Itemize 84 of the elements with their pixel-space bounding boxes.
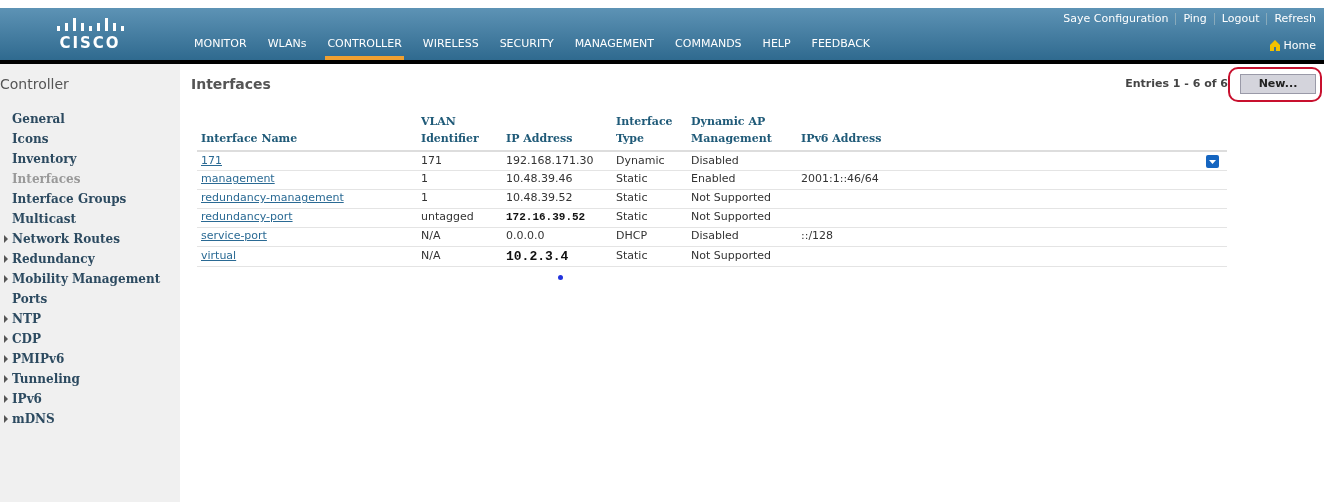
table-cell: Not Supported [691,249,771,262]
caret-icon [1209,159,1216,164]
interface-link[interactable]: 171 [201,153,222,167]
sidebar-item[interactable]: Inventory [12,150,77,168]
table-cell: untagged [421,210,474,224]
home-link[interactable]: Home [1269,37,1316,54]
expand-arrow-icon[interactable] [4,375,8,383]
expand-arrow-icon[interactable] [4,415,8,423]
expand-arrow-icon[interactable] [4,275,8,283]
table-cell: ::/128 [801,229,834,243]
sidebar-item[interactable]: Mobility Management [12,270,161,288]
table-cell: 1 [421,172,428,186]
table-cell: 192.168.171.30 [506,153,594,167]
table-cell: Disabled [691,153,739,167]
column-header: Dynamic AP Management [691,114,773,147]
sidebar-item[interactable]: Network Routes [12,230,120,248]
table-cell: 10.48.39.52 [506,191,573,205]
nav-tab[interactable]: FEEDBACK [809,35,873,60]
page-title: Interfaces [191,74,271,94]
table-cell: 10.48.39.46 [506,172,573,186]
table-cell: 2001:1::46/64 [801,172,879,186]
table-cell: Static [616,210,648,224]
sidebar-item[interactable]: General [12,110,65,128]
sidebar-item[interactable]: Interface Groups [12,190,127,208]
table-cell: Not Supported [691,210,771,224]
logo-bars-icon [55,17,125,32]
table-cell: Not Supported [691,191,771,205]
sidebar-item[interactable]: Tunneling [12,370,80,388]
column-header: VLAN Identifier [421,114,480,147]
table-cell: DHCP [616,229,648,243]
header-link[interactable]: Refresh [1274,11,1316,28]
nav-tab[interactable]: WLANs [265,35,309,60]
table-cell: 172.16.39.52 [506,211,586,224]
sidebar-item[interactable]: Multicast [12,210,77,228]
table-cell: Static [616,172,648,186]
header-link[interactable]: Ping [1183,11,1207,28]
sidebar-item[interactable]: Icons [12,130,49,148]
nav-tab[interactable]: COMMANDS [673,35,744,60]
table-cell: Static [616,191,648,205]
interface-link[interactable]: virtual [201,249,237,262]
entries-count: Entries 1 - 6 of 6 [1125,75,1228,92]
sidebar-item[interactable]: mDNS [12,410,55,428]
sidebar-item[interactable]: CDP [12,330,41,348]
column-header: Interface Type [616,114,674,147]
table-cell: 10.2.3.4 [506,248,569,264]
expand-arrow-icon[interactable] [4,355,8,363]
column-header: IPv6 Address [801,130,883,147]
expand-arrow-icon[interactable] [4,395,8,403]
sidebar-item[interactable]: Ports [12,290,48,308]
nav-tab[interactable]: MANAGEMENT [572,35,657,60]
header-link[interactable]: Logout [1221,11,1260,28]
dropdown-button[interactable] [1206,155,1219,168]
table-cell: Disabled [691,229,739,243]
interface-link[interactable]: redundancy-port [201,210,293,224]
expand-arrow-icon[interactable] [4,235,8,243]
expand-arrow-icon[interactable] [4,255,8,263]
home-icon [1269,40,1280,52]
table-cell: N/A [421,229,441,243]
table-cell: N/A [421,249,441,262]
sidebar-item[interactable]: NTP [12,310,41,328]
interface-link[interactable]: management [201,172,275,186]
nav-tab[interactable]: MONITOR [192,35,249,60]
column-header: IP Address [506,130,574,147]
sidebar-item[interactable]: PMIPv6 [12,350,65,368]
nav-tab[interactable]: HELP [760,35,793,60]
expand-arrow-icon[interactable] [4,315,8,323]
table-cell: 171 [421,153,442,167]
interface-link[interactable]: redundancy-management [201,191,344,205]
nav-tab[interactable]: WIRELESS [420,35,481,60]
table-cell: 0.0.0.0 [506,229,545,243]
sidebar-item[interactable]: IPv6 [12,390,42,408]
table-cell: Static [616,249,648,262]
expand-arrow-icon[interactable] [4,335,8,343]
column-header: Interface Name [201,130,299,147]
table-cell: 1 [421,191,428,205]
new-button[interactable]: New... [1240,74,1316,94]
sidebar-title: Controller [0,75,70,94]
nav-tab[interactable]: SECURITY [497,35,556,60]
header-link[interactable]: Saye Configuration [1063,11,1169,28]
interface-link[interactable]: service-port [201,229,267,243]
table-cell: Enabled [691,172,736,186]
logo-text: CISCO [59,35,121,51]
sidebar-item[interactable]: Redundancy [12,250,95,268]
table-cell: Dynamic [616,153,665,167]
